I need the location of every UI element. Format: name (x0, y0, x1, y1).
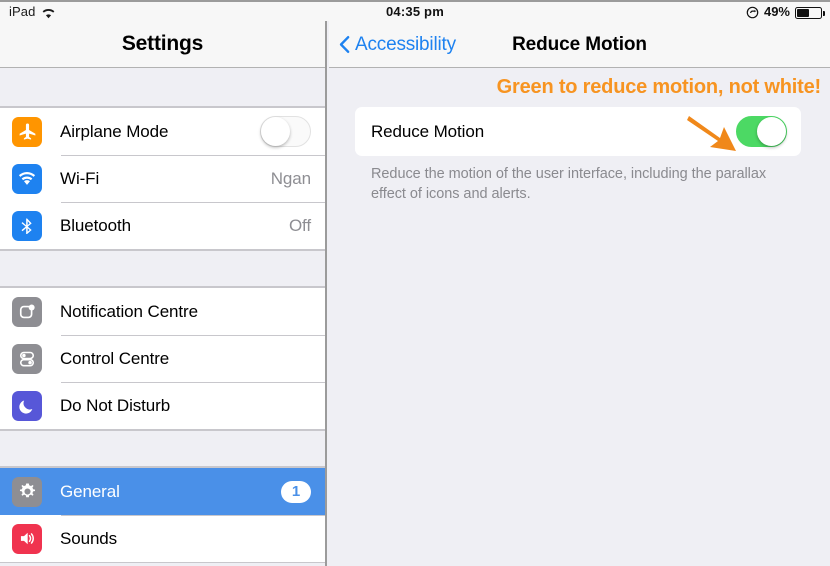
wifi-icon (12, 163, 42, 194)
sidebar-item-airplane-mode[interactable]: Airplane Mode (0, 108, 325, 155)
sidebar-item-control-centre[interactable]: Control Centre (0, 335, 325, 382)
sidebar-group-system: General 1 Sounds (0, 467, 325, 563)
sidebar-item-label: General (60, 481, 120, 501)
sidebar-item-wifi[interactable]: Wi-Fi Ngan (0, 155, 325, 202)
sidebar-item-value: Ngan (270, 168, 311, 188)
sidebar-gap-1 (0, 250, 325, 287)
toggle-knob (757, 117, 786, 146)
reduce-motion-toggle[interactable] (736, 116, 787, 147)
sidebar-group-connectivity: Airplane Mode Wi-Fi Ngan Bluetooth Off (0, 107, 325, 250)
sidebar-item-label: Control Centre (60, 348, 170, 368)
sidebar-item-value: Off (288, 215, 311, 235)
sidebar-item-label: Notification Centre (60, 301, 198, 321)
toggle-knob (261, 117, 290, 146)
sidebar-item-label: Airplane Mode (60, 121, 169, 141)
battery-percent: 49% (763, 4, 790, 19)
reduce-motion-card: Reduce Motion (355, 107, 801, 156)
back-button[interactable]: Accessibility (333, 21, 462, 68)
chevron-left-icon (339, 35, 350, 54)
sounds-icon (12, 523, 42, 554)
status-bar: iPad 04:35 pm 49% (0, 0, 830, 21)
status-badge: 1 (281, 480, 311, 503)
airplane-mode-toggle[interactable] (260, 116, 311, 147)
sidebar-item-label: Do Not Disturb (60, 395, 171, 415)
detail-pane: Accessibility Reduce Motion Green to red… (329, 21, 830, 566)
reduce-motion-footnote: Reduce the motion of the user interface,… (371, 166, 767, 202)
sidebar-item-label: Wi-Fi (60, 168, 100, 188)
reduce-motion-label: Reduce Motion (371, 121, 485, 141)
reduce-motion-row[interactable]: Reduce Motion (355, 107, 801, 156)
gear-icon (12, 476, 42, 507)
do-not-disturb-icon (12, 390, 42, 421)
settings-sidebar: Settings Airplane Mode Wi-Fi Ngan Blueto… (0, 21, 327, 566)
airplane-icon (12, 116, 42, 147)
sidebar-item-do-not-disturb[interactable]: Do Not Disturb (0, 382, 325, 429)
sidebar-item-bluetooth[interactable]: Bluetooth Off (0, 202, 325, 249)
page-title: Settings (121, 32, 204, 55)
wifi-icon (41, 7, 56, 19)
notification-centre-icon (12, 296, 42, 327)
ipad-settings-screen: iPad 04:35 pm 49% Settings Airplane Mode… (0, 0, 830, 566)
sidebar-header: Settings (0, 21, 325, 68)
bluetooth-icon (12, 210, 42, 241)
status-bar-right: 49% (746, 4, 825, 19)
sidebar-item-label: Bluetooth (60, 215, 131, 235)
status-bar-time: 04:35 pm (386, 4, 444, 19)
back-button-label: Accessibility (355, 33, 456, 55)
sidebar-item-sounds[interactable]: Sounds (0, 515, 325, 562)
device-label: iPad (9, 4, 36, 19)
status-bar-left: iPad (9, 4, 56, 19)
sidebar-group-notifications: Notification Centre Control Centre Do No… (0, 287, 325, 430)
annotation-text: Green to reduce motion, not white! (496, 76, 822, 98)
sidebar-gap-2 (0, 430, 325, 467)
sidebar-item-general[interactable]: General 1 (0, 468, 325, 515)
control-centre-icon (12, 343, 42, 374)
battery-icon (795, 6, 825, 19)
sidebar-item-label: Sounds (60, 528, 118, 548)
rotation-lock-icon (746, 6, 759, 19)
sidebar-gap-top (0, 68, 325, 107)
sidebar-item-notification-centre[interactable]: Notification Centre (0, 288, 325, 335)
navigation-bar: Accessibility Reduce Motion (329, 21, 830, 68)
